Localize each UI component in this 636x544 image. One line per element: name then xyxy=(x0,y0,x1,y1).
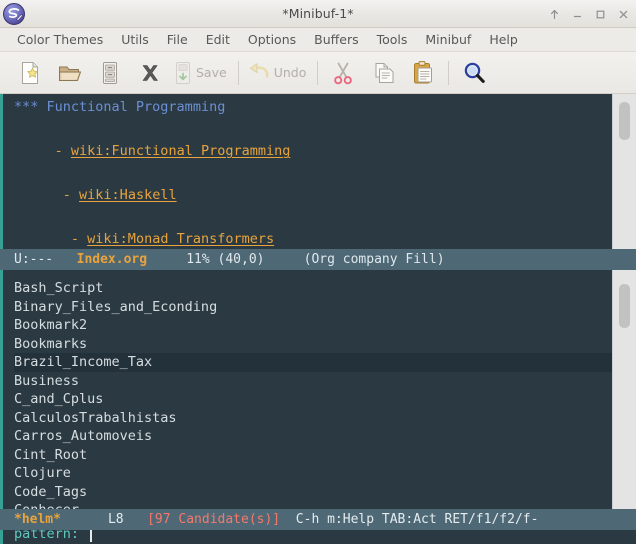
clipboard-icon xyxy=(414,60,433,83)
window-title: *Minibuf-1* xyxy=(282,6,354,21)
undo-arrow-icon xyxy=(249,62,269,78)
menu-item-color-themes[interactable]: Color Themes xyxy=(8,29,112,51)
undo-button[interactable]: Undo xyxy=(244,55,313,91)
helm-candidate[interactable]: C_and_Cplus xyxy=(14,390,612,409)
helm-candidate[interactable]: CalculosTrabalhistas xyxy=(14,409,612,428)
org-mode-line: U:--- Index.org 11% (40,0) (Org company … xyxy=(0,249,636,270)
org-window: *** Functional Programming - wiki:Functi… xyxy=(0,94,636,249)
org-bullet: - xyxy=(70,231,88,247)
emacs-window: *Minibuf-1* Color Themes Utils File Edit… xyxy=(0,0,636,544)
helm-mode-line-keys: C-h m:Help TAB:Act RET/f1/f2/f- xyxy=(295,512,539,527)
menu-item-options[interactable]: Options xyxy=(239,29,305,51)
org-heading-text: Functional Programming xyxy=(46,99,226,115)
helm-scrollbar-thumb[interactable] xyxy=(619,284,630,328)
open-folder-icon xyxy=(59,66,82,81)
copy-icon xyxy=(375,62,394,83)
minimize-button[interactable] xyxy=(571,8,584,21)
magnifier-icon xyxy=(465,62,486,83)
helm-window: Bash_Script Binary_Files_and_Econding Bo… xyxy=(0,270,636,509)
org-link-monad-transformers[interactable]: wiki:Monad_Transformers xyxy=(87,231,274,247)
helm-mode-line: *helm* L8 [97 Candidate(s)] C-h m:Help T… xyxy=(0,509,636,530)
helm-candidate-count: [97 Candidate(s)] xyxy=(147,512,281,527)
mode-line-percent: 11% xyxy=(186,252,210,267)
window-controls xyxy=(548,0,630,28)
menu-item-utils[interactable]: Utils xyxy=(112,29,158,51)
new-file-icon xyxy=(22,61,39,84)
emacs-frame-body: *** Functional Programming - wiki:Functi… xyxy=(0,94,636,544)
toolbar-separator-1 xyxy=(237,60,239,85)
org-bullet: - xyxy=(54,143,71,159)
cut-button[interactable] xyxy=(323,55,363,91)
helm-mode-line-buffer-name: *helm* xyxy=(14,512,61,527)
mode-line-modes: (Org company Fill) xyxy=(303,252,445,267)
maximize-button[interactable] xyxy=(594,8,607,21)
left-fringe xyxy=(0,94,3,544)
helm-candidate[interactable]: Code_Tags xyxy=(14,483,612,502)
menu-item-help[interactable]: Help xyxy=(480,29,527,51)
org-scrollbar-thumb[interactable] xyxy=(619,102,630,140)
mode-line-buffer-name: Index.org xyxy=(76,252,148,267)
org-link-functional-programming[interactable]: wiki:Functional_Programming xyxy=(71,143,290,159)
helm-candidate[interactable]: Carros_Automoveis xyxy=(14,427,612,446)
org-line-blank xyxy=(14,162,612,184)
save-disk-icon xyxy=(176,61,190,84)
save-button[interactable]: Save xyxy=(170,55,233,91)
org-line: - wiki:Monad_Transformers xyxy=(14,228,612,249)
toolbar-separator-2 xyxy=(317,60,319,85)
org-line-blank xyxy=(14,118,612,140)
copy-button[interactable] xyxy=(363,55,403,91)
close-button[interactable] xyxy=(617,8,630,21)
mode-line-coding: U:--- xyxy=(14,252,54,267)
shade-button[interactable] xyxy=(548,8,561,21)
helm-candidate[interactable]: Clojure xyxy=(14,464,612,483)
helm-candidate-selected[interactable]: Brazil_Income_Tax xyxy=(14,353,612,372)
undo-button-label: Undo xyxy=(273,65,307,80)
org-line: - wiki:Haskell xyxy=(14,184,612,206)
toolbar-separator-3 xyxy=(448,60,450,85)
save-button-label: Save xyxy=(196,65,227,80)
org-link-haskell[interactable]: wiki:Haskell xyxy=(79,187,177,203)
menu-item-buffers[interactable]: Buffers xyxy=(305,29,367,51)
org-buffer-text[interactable]: *** Functional Programming - wiki:Functi… xyxy=(0,94,612,249)
file-cabinet-icon xyxy=(103,61,117,84)
helm-candidate[interactable]: Cint_Root xyxy=(14,446,612,465)
paste-button[interactable] xyxy=(403,55,443,91)
mode-line-position: (40,0) xyxy=(217,252,265,267)
open-file-button[interactable] xyxy=(50,55,90,91)
search-button[interactable] xyxy=(454,55,494,91)
helm-mode-line-line: L8 xyxy=(107,512,124,527)
menu-item-minibuf[interactable]: Minibuf xyxy=(416,29,480,51)
menu-item-file[interactable]: File xyxy=(158,29,197,51)
menu-item-edit[interactable]: Edit xyxy=(197,29,239,51)
helm-candidate[interactable]: Binary_Files_and_Econding xyxy=(14,298,612,317)
org-line: - wiki:Functional_Programming xyxy=(14,140,612,162)
helm-candidate[interactable]: Bookmark2 xyxy=(14,316,612,335)
helm-candidate[interactable]: Bash_Script xyxy=(14,279,612,298)
close-buffer-button[interactable] xyxy=(130,55,170,91)
close-x-icon xyxy=(142,64,158,81)
save-as-button[interactable] xyxy=(90,55,130,91)
org-bullet: - xyxy=(62,187,80,203)
org-line: *** Functional Programming xyxy=(14,96,612,118)
org-window-scrollbar[interactable] xyxy=(612,94,636,249)
emacs-icon xyxy=(1,1,27,27)
helm-window-scrollbar[interactable] xyxy=(612,270,636,509)
toolbar: Save Undo xyxy=(0,52,636,94)
helm-candidate[interactable]: Bookmarks xyxy=(14,335,612,354)
titlebar: *Minibuf-1* xyxy=(0,0,636,28)
scissors-icon xyxy=(334,62,353,84)
org-line-blank xyxy=(14,206,612,228)
menu-item-tools[interactable]: Tools xyxy=(368,29,417,51)
new-file-button[interactable] xyxy=(10,55,50,91)
helm-candidate-list[interactable]: Bash_Script Binary_Files_and_Econding Bo… xyxy=(0,270,612,509)
org-heading-stars: *** xyxy=(14,99,47,115)
helm-candidate[interactable]: Conhecer xyxy=(14,501,612,509)
helm-candidate[interactable]: Business xyxy=(14,372,612,391)
menubar: Color Themes Utils File Edit Options Buf… xyxy=(0,28,636,52)
